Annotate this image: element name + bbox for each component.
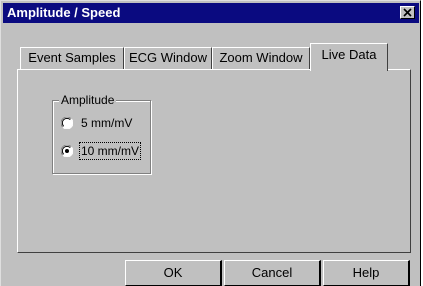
live-data-panel: Amplitude 5 mm/mV 10 mm/mV xyxy=(17,69,411,253)
help-button[interactable]: Help xyxy=(323,260,410,286)
close-button[interactable] xyxy=(400,6,415,19)
radio-5-mm-per-mv-label: 5 mm/mV xyxy=(81,116,133,130)
radio-unselected-icon xyxy=(61,117,73,129)
cancel-button[interactable]: Cancel xyxy=(224,260,321,286)
tab-live-data[interactable]: Live Data xyxy=(310,43,388,71)
close-icon xyxy=(403,8,412,17)
radio-selected-icon xyxy=(61,145,73,157)
amplitude-group-label: Amplitude xyxy=(59,92,117,108)
amplitude-speed-dialog: Amplitude / Speed Event Samples ECG Wind… xyxy=(0,0,421,286)
tab-ecg-window[interactable]: ECG Window xyxy=(124,47,212,69)
amplitude-groupbox: Amplitude 5 mm/mV 10 mm/mV xyxy=(52,92,151,174)
window-title: Amplitude / Speed xyxy=(7,5,121,20)
ok-button[interactable]: OK xyxy=(125,260,222,286)
radio-10-mm-per-mv-label: 10 mm/mV xyxy=(78,142,142,160)
tab-event-samples[interactable]: Event Samples xyxy=(20,47,124,69)
tab-zoom-window[interactable]: Zoom Window xyxy=(212,47,310,69)
title-bar[interactable]: Amplitude / Speed xyxy=(3,3,419,23)
